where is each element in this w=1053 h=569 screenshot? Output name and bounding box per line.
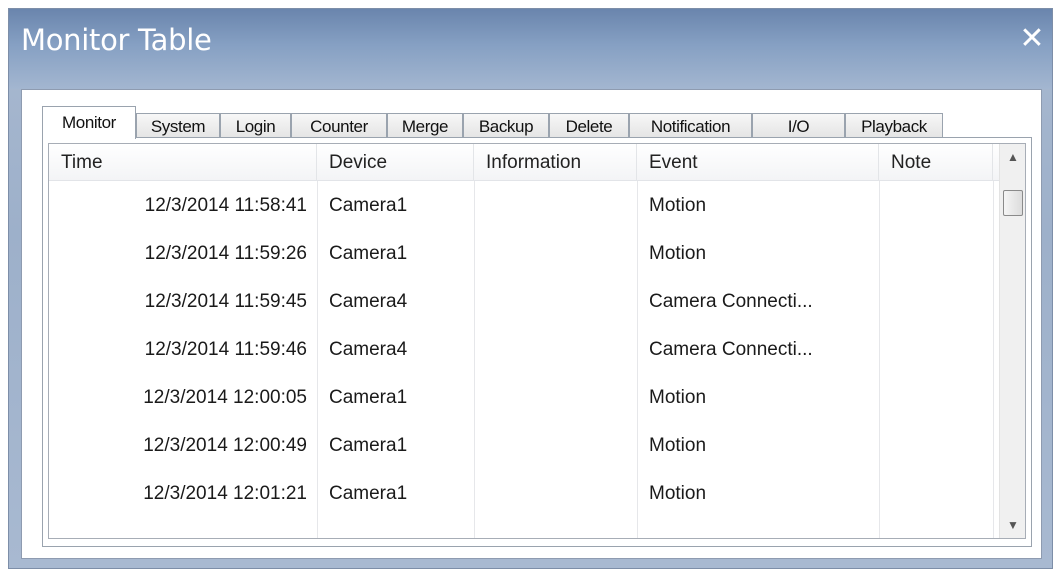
- tab-notification[interactable]: Notification: [629, 113, 752, 138]
- tab-delete[interactable]: Delete: [549, 113, 629, 138]
- scroll-up-icon[interactable]: ▲: [1000, 144, 1025, 170]
- tab-login[interactable]: Login: [220, 113, 291, 138]
- cell-time: 12/3/2014 11:58:41: [144, 195, 307, 216]
- cell-event: Motion: [649, 435, 707, 456]
- cell-time: 12/3/2014 11:59:26: [144, 243, 307, 264]
- cell-information: [474, 373, 637, 421]
- cell-information: [474, 325, 637, 373]
- cell-device: Camera4: [329, 291, 408, 312]
- cell-device: Camera4: [329, 339, 408, 360]
- cell-event: Motion: [649, 483, 707, 504]
- table-row[interactable]: 12/3/2014 11:59:26 Camera1 Motion: [49, 229, 999, 277]
- cell-information: [474, 229, 637, 277]
- column-header-device[interactable]: Device: [317, 144, 474, 181]
- cell-note: [879, 373, 993, 421]
- column-header-event[interactable]: Event: [637, 144, 879, 181]
- vertical-scrollbar[interactable]: ▲ ▼: [999, 144, 1025, 538]
- cell-information: [474, 469, 637, 517]
- window-title: Monitor Table: [21, 23, 212, 57]
- scroll-down-icon[interactable]: ▼: [1000, 512, 1025, 538]
- tab-playback[interactable]: Playback: [845, 113, 943, 138]
- cell-information: [474, 277, 637, 325]
- monitor-table-window: Monitor Table ✕ Monitor System Login Cou…: [8, 8, 1053, 569]
- column-header-time[interactable]: Time: [49, 144, 317, 181]
- cell-device: Camera1: [329, 195, 408, 216]
- tab-system[interactable]: System: [136, 113, 220, 138]
- cell-time: 12/3/2014 12:01:21: [143, 483, 307, 504]
- cell-information: [474, 181, 637, 229]
- cell-information: [474, 421, 637, 469]
- scrollbar-thumb[interactable]: [1003, 190, 1023, 216]
- cell-note: [879, 181, 993, 229]
- cell-event: Motion: [649, 243, 707, 264]
- tab-merge[interactable]: Merge: [387, 113, 463, 138]
- cell-event: Camera Connecti...: [649, 339, 813, 360]
- cell-time: 12/3/2014 11:59:46: [144, 339, 307, 360]
- cell-event: Motion: [649, 195, 707, 216]
- tab-backup[interactable]: Backup: [463, 113, 549, 138]
- monitor-events-table[interactable]: Time Device Information Event Note 12/3/…: [48, 143, 1026, 539]
- window-client-area: Monitor System Login Counter Merge Backu…: [21, 89, 1042, 559]
- close-icon[interactable]: ✕: [1014, 21, 1050, 57]
- table-row[interactable]: 12/3/2014 12:01:21 Camera1 Motion: [49, 469, 999, 517]
- cell-note: [879, 277, 993, 325]
- tab-strip: Monitor System Login Counter Merge Backu…: [42, 104, 1002, 139]
- cell-note: [879, 229, 993, 277]
- cell-time: 12/3/2014 12:00:49: [143, 435, 307, 456]
- tab-io[interactable]: I/O: [752, 113, 845, 138]
- table-row[interactable]: 12/3/2014 11:59:46 Camera4 Camera Connec…: [49, 325, 999, 373]
- cell-event: Camera Connecti...: [649, 291, 813, 312]
- column-header-note[interactable]: Note: [879, 144, 993, 181]
- tab-counter[interactable]: Counter: [291, 113, 387, 138]
- cell-time: 12/3/2014 12:00:05: [143, 387, 307, 408]
- cell-device: Camera1: [329, 435, 408, 456]
- cell-note: [879, 325, 993, 373]
- cell-device: Camera1: [329, 243, 408, 264]
- cell-note: [879, 469, 993, 517]
- cell-device: Camera1: [329, 387, 408, 408]
- table-row[interactable]: 12/3/2014 11:58:41 Camera1 Motion: [49, 181, 999, 229]
- column-header-information[interactable]: Information: [474, 144, 637, 181]
- cell-time: 12/3/2014 11:59:45: [144, 291, 307, 312]
- title-bar[interactable]: Monitor Table ✕: [9, 9, 1052, 89]
- table-row[interactable]: 12/3/2014 11:59:45 Camera4 Camera Connec…: [49, 277, 999, 325]
- cell-note: [879, 421, 993, 469]
- monitor-tab-panel: Time Device Information Event Note 12/3/…: [42, 137, 1032, 547]
- tab-monitor[interactable]: Monitor: [42, 106, 136, 139]
- table-row[interactable]: 12/3/2014 12:00:49 Camera1 Motion: [49, 421, 999, 469]
- table-row[interactable]: 12/3/2014 12:00:05 Camera1 Motion: [49, 373, 999, 421]
- cell-event: Motion: [649, 387, 707, 408]
- cell-device: Camera1: [329, 483, 408, 504]
- table-header: Time Device Information Event Note: [49, 144, 999, 181]
